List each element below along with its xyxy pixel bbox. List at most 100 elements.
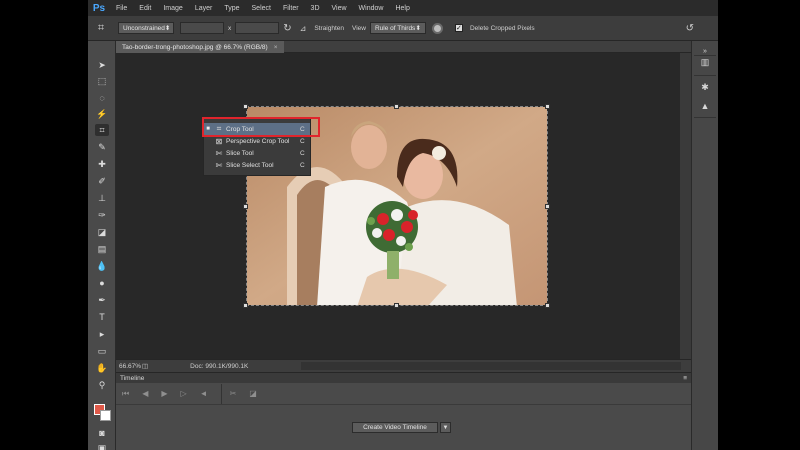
move-tool-icon[interactable]: ➤ [95, 59, 109, 71]
panel-dock: » ▥ ✱ ▲ [691, 41, 718, 450]
marquee-tool-icon[interactable]: ⬚ [95, 75, 109, 87]
gear-icon[interactable] [431, 22, 443, 34]
brush-tool-icon[interactable]: ✐ [95, 175, 109, 187]
previous-frame-icon[interactable]: ◀ [142, 389, 148, 398]
crop-tool-icon[interactable]: ⌗ [95, 124, 109, 136]
clear-rotate-icon[interactable]: ↻ [279, 23, 295, 34]
gradient-tool-icon[interactable]: ▤ [95, 243, 109, 255]
photoshop-logo: Ps [92, 2, 106, 14]
zoom-level[interactable]: 66.67% [116, 363, 142, 370]
flyout-item-label: Slice Select Tool [226, 161, 274, 169]
overlay-view-select[interactable]: Rule of Thirds ⬍ [369, 22, 426, 34]
photoshop-window: Ps File Edit Image Layer Type Select Fil… [88, 0, 718, 450]
zoom-tool-icon[interactable]: ⚲ [95, 379, 109, 391]
perspective-crop-icon: ⊠ [215, 136, 223, 146]
divider [694, 75, 716, 76]
background-color-swatch[interactable] [100, 410, 111, 421]
flyout-item-label: Perspective Crop Tool [226, 137, 290, 145]
ratio-select[interactable]: Unconstrained ⬍ [118, 22, 174, 34]
timeline-panel-header: Timeline ≡ [116, 372, 691, 383]
flyout-item-label: Slice Tool [226, 149, 254, 157]
flyout-item-slice-select-tool[interactable]: ✄ Slice Select Tool C [204, 159, 310, 171]
menu-select[interactable]: Select [246, 5, 277, 12]
crop-handle-top[interactable] [394, 104, 399, 109]
swap-dimensions-label[interactable]: x [224, 25, 235, 32]
screen-mode-icon[interactable]: ▣ [95, 442, 109, 450]
vertical-scrollbar[interactable] [680, 53, 691, 359]
menu-filter[interactable]: Filter [277, 5, 305, 12]
crop-handle-top-left[interactable] [243, 104, 248, 109]
crop-handle-right[interactable] [545, 204, 550, 209]
menu-edit[interactable]: Edit [133, 5, 157, 12]
chevron-down-icon: ⬍ [415, 25, 421, 32]
close-icon[interactable]: × [274, 44, 278, 51]
delete-cropped-checkbox[interactable]: ✓ [454, 24, 463, 32]
clone-stamp-icon[interactable]: ⊥ [95, 192, 109, 204]
eraser-tool-icon[interactable]: ◪ [95, 226, 109, 238]
menu-help[interactable]: Help [389, 5, 415, 12]
timeline-title[interactable]: Timeline [120, 375, 144, 382]
type-tool-icon[interactable]: T [95, 311, 109, 323]
history-brush-icon[interactable]: ✑ [95, 209, 109, 221]
export-icon[interactable]: ◫ [142, 362, 148, 370]
panel-menu-icon[interactable]: ≡ [683, 375, 687, 382]
crop-handle-top-right[interactable] [545, 104, 550, 109]
transition-icon[interactable]: ◪ [249, 389, 257, 398]
audio-icon[interactable]: ◄ [200, 389, 208, 398]
menu-view[interactable]: View [326, 5, 353, 12]
menu-layer[interactable]: Layer [189, 5, 219, 12]
document-tab[interactable]: Tao-border-trong-photoshop.jpg @ 66.7% (… [116, 41, 284, 53]
straighten-icon[interactable]: ⊿ [296, 24, 311, 33]
menu-type[interactable]: Type [218, 5, 245, 12]
menu-3d[interactable]: 3D [305, 5, 326, 12]
overlay-view-value: Rule of Thirds [374, 24, 416, 32]
histogram-panel-icon[interactable]: ▲ [698, 99, 712, 112]
play-icon[interactable]: ▶ [161, 389, 167, 398]
next-frame-icon[interactable]: ▷ [181, 389, 187, 398]
scissors-icon[interactable]: ✂ [230, 389, 237, 398]
menu-file[interactable]: File [110, 5, 133, 12]
crop-tool-highlight-annotation [202, 117, 320, 137]
history-panel-icon[interactable]: ▥ [698, 56, 712, 69]
crop-handle-bottom-left[interactable] [243, 303, 248, 308]
blur-tool-icon[interactable]: 💧 [95, 260, 109, 272]
crop-handle-bottom[interactable] [394, 303, 399, 308]
crop-height-field[interactable] [235, 22, 280, 34]
eyedropper-tool-icon[interactable]: ✎ [95, 141, 109, 153]
path-selection-icon[interactable]: ▸ [95, 328, 109, 340]
flyout-item-shortcut: C [300, 161, 305, 169]
delete-cropped-label: Delete Cropped Pixels [469, 24, 535, 32]
crop-icon[interactable]: ⌗ [88, 22, 114, 35]
crop-handle-left[interactable] [243, 204, 248, 209]
straighten-label[interactable]: Straighten [310, 25, 348, 32]
divider [694, 117, 716, 118]
menu-window[interactable]: Window [353, 5, 390, 12]
adjustments-panel-icon[interactable]: ✱ [698, 81, 712, 94]
timeline-controls: ⏮ ◀ ▶ ▷ ◄ ✂ ◪ [116, 383, 691, 405]
status-bar: 66.67% ◫ Doc: 990.1K/990.1K ▶ [116, 359, 691, 372]
flyout-item-shortcut: C [300, 137, 305, 145]
tools-panel: ➤ ⬚ ◌ ⚡ ⌗ ✎ ✚ ✐ ⊥ ✑ ◪ ▤ 💧 ● ✒ T ▸ ▭ ✋ ⚲ … [88, 41, 116, 450]
lasso-tool-icon[interactable]: ◌ [95, 92, 109, 104]
dodge-tool-icon[interactable]: ● [95, 277, 109, 289]
slice-select-icon: ✄ [215, 160, 223, 170]
flyout-item-slice-tool[interactable]: ✄ Slice Tool C [204, 147, 310, 159]
first-frame-icon[interactable]: ⏮ [122, 389, 129, 399]
chevron-down-icon: ⬍ [164, 25, 171, 32]
chevron-down-icon[interactable]: ▼ [440, 422, 451, 433]
healing-brush-icon[interactable]: ✚ [95, 158, 109, 170]
magic-wand-tool-icon[interactable]: ⚡ [95, 108, 109, 120]
menu-bar: Ps File Edit Image Layer Type Select Fil… [88, 0, 718, 16]
hand-tool-icon[interactable]: ✋ [95, 362, 109, 374]
ratio-select-value: Unconstrained [123, 24, 165, 32]
menu-image[interactable]: Image [157, 5, 188, 12]
reset-icon[interactable]: ↺ [682, 23, 698, 34]
pen-tool-icon[interactable]: ✒ [95, 294, 109, 306]
options-bar: ⌗ Unconstrained ⬍ x ↻ ⊿ Straighten View … [88, 16, 718, 41]
shape-tool-icon[interactable]: ▭ [95, 345, 109, 357]
crop-width-field[interactable] [180, 22, 224, 34]
horizontal-scrollbar[interactable] [301, 362, 681, 370]
create-video-timeline-button[interactable]: Create Video Timeline [352, 422, 438, 433]
crop-handle-bottom-right[interactable] [545, 303, 550, 308]
quick-mask-icon[interactable]: ◙ [95, 427, 109, 439]
